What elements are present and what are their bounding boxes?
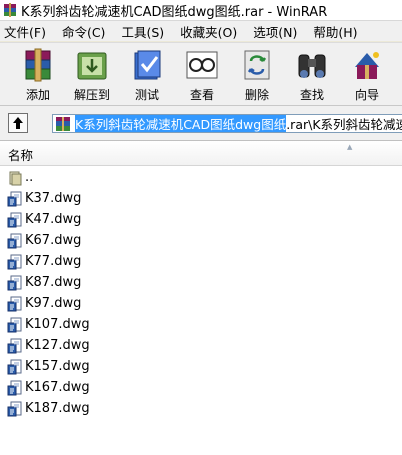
sort-ascending-icon: ▲ [347,143,353,151]
file-list: 名称 ▲ .. K37.dwg K47.dwg K67.dwg K77.dwg K87.d… [0,141,402,455]
menu-tools[interactable]: 工具(S) [113,22,172,41]
file-row[interactable]: K47.dwg [0,209,90,230]
up-one-level-button[interactable] [8,113,28,133]
test-icon [134,50,161,80]
extract-to-button[interactable]: 解压到 [65,45,119,103]
file-row[interactable]: K167.dwg [0,377,90,398]
binoculars-icon [298,54,326,78]
wizard-label: 向导 [354,88,379,102]
column-header-name[interactable]: 名称 ▲ [0,141,402,166]
up-arrow-icon [13,117,23,129]
dwg-file-icon [7,212,23,228]
dwg-file-icon [7,275,23,291]
add-archive-icon [25,48,51,82]
wizard-button[interactable]: 向导 [340,45,394,103]
rar-archive-icon [56,116,70,131]
window-title: K系列斜齿轮减速机CAD图纸dwg图纸.rar - WinRAR [21,4,328,20]
menu-file[interactable]: 文件(F) [0,22,54,41]
file-name: K37.dwg [25,191,82,206]
file-name: K127.dwg [25,338,90,353]
title-bar: K系列斜齿轮减速机CAD图纸dwg图纸.rar - WinRAR [0,0,402,21]
file-row[interactable]: K97.dwg [0,293,90,314]
view-button[interactable]: 查看 [175,45,229,103]
menu-options[interactable]: 选项(N) [245,22,305,41]
menu-bar: 文件(F) 命令(C) 工具(S) 收藏夹(O) 选项(N) 帮助(H) [0,21,402,41]
file-name: K187.dwg [25,401,90,416]
test-label: 测试 [134,88,159,102]
file-rows: .. K37.dwg K47.dwg K67.dwg K77.dwg K87.dwg K97… [0,167,90,419]
dwg-file-icon [7,317,23,333]
file-row[interactable]: K67.dwg [0,230,90,251]
file-name: K157.dwg [25,359,90,374]
file-name: K97.dwg [25,296,82,311]
dwg-file-icon [7,191,23,207]
dwg-file-icon [7,254,23,270]
delete-icon [244,50,270,80]
view-icon [186,51,218,79]
test-button[interactable]: 测试 [120,45,174,103]
dwg-file-icon [7,296,23,312]
add-label: 添加 [25,88,50,102]
file-name: K67.dwg [25,233,82,248]
file-row[interactable]: K87.dwg [0,272,90,293]
file-row[interactable]: K127.dwg [0,335,90,356]
menu-commands[interactable]: 命令(C) [54,22,113,41]
dwg-file-icon [7,401,23,417]
path-field[interactable]: K系列斜齿轮减速机CAD图纸dwg图纸.rar\K系列斜齿轮减速机 [52,114,402,133]
file-name: K77.dwg [25,254,82,269]
dwg-file-icon [7,233,23,249]
delete-button[interactable]: 删除 [230,45,284,103]
address-bar: K系列斜齿轮减速机CAD图纸dwg图纸.rar\K系列斜齿轮减速机 [0,106,402,141]
view-label: 查看 [189,88,214,102]
column-name-label: 名称 [8,148,34,163]
file-name: K87.dwg [25,275,82,290]
wizard-icon [355,52,379,79]
extract-label: 解压到 [73,88,110,102]
menu-help[interactable]: 帮助(H) [305,22,365,41]
path-remaining-text: .rar\K系列斜齿轮减速机 [286,117,402,132]
file-name: K107.dwg [25,317,90,332]
file-name: K47.dwg [25,212,82,227]
file-row[interactable]: .. [0,167,90,188]
path-selected-text: K系列斜齿轮减速机CAD图纸dwg图纸 [75,115,287,132]
toolbar: 添加 解压到 测试 查看 删除 查找 向导 [0,42,402,106]
file-name: .. [25,170,34,185]
menu-favorites[interactable]: 收藏夹(O) [172,22,245,41]
file-row[interactable]: K187.dwg [0,398,90,419]
find-button[interactable]: 查找 [285,45,339,103]
file-row[interactable]: K77.dwg [0,251,90,272]
file-row[interactable]: K157.dwg [0,356,90,377]
dwg-file-icon [7,359,23,375]
dwg-file-icon [7,380,23,396]
find-label: 查找 [299,88,324,102]
extract-icon [77,52,107,80]
dwg-file-icon [7,338,23,354]
delete-label: 删除 [244,88,269,102]
file-row[interactable]: K37.dwg [0,188,90,209]
add-button[interactable]: 添加 [11,45,65,103]
file-row[interactable]: K107.dwg [0,314,90,335]
winrar-app-icon [4,3,16,17]
file-name: K167.dwg [25,380,90,395]
folder-up-icon [7,170,23,186]
